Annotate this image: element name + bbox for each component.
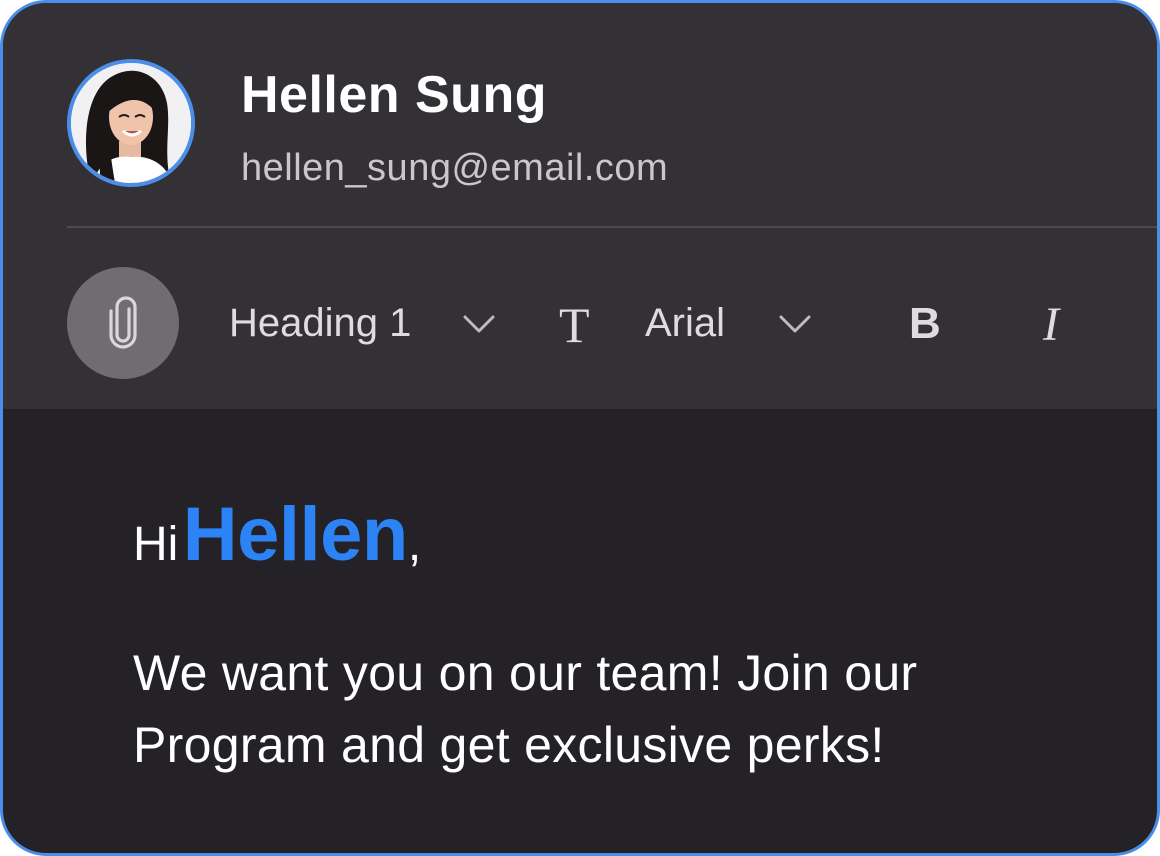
email-greeting[interactable]: Hi Hellen, <box>133 491 421 578</box>
avatar[interactable] <box>67 59 195 187</box>
sender-email: hellen_sung@email.com <box>241 147 669 189</box>
email-message[interactable]: We want you on our team! Join our Progra… <box>133 637 1093 781</box>
header-divider <box>67 226 1157 228</box>
italic-button[interactable]: I <box>1043 297 1059 352</box>
greeting-name: Hellen <box>182 492 409 577</box>
text-format-icon[interactable]: T <box>559 296 590 354</box>
sender-name: Hellen Sung <box>241 66 547 124</box>
paperclip-icon <box>109 296 137 349</box>
composer-header: Hellen Sung hellen_sung@email.com Headin… <box>3 3 1157 409</box>
bold-button[interactable]: B <box>909 299 941 349</box>
heading-style-select[interactable]: Heading 1 <box>229 301 411 346</box>
chevron-down-icon[interactable] <box>777 311 813 337</box>
avatar-photo <box>71 63 191 183</box>
attach-button[interactable] <box>67 267 179 379</box>
greeting-punctuation: , <box>407 518 422 571</box>
font-family-select[interactable]: Arial <box>645 301 725 346</box>
email-composer-card: Hellen Sung hellen_sung@email.com Headin… <box>0 0 1160 856</box>
greeting-hi: Hi <box>133 518 179 571</box>
chevron-down-icon[interactable] <box>461 311 497 337</box>
